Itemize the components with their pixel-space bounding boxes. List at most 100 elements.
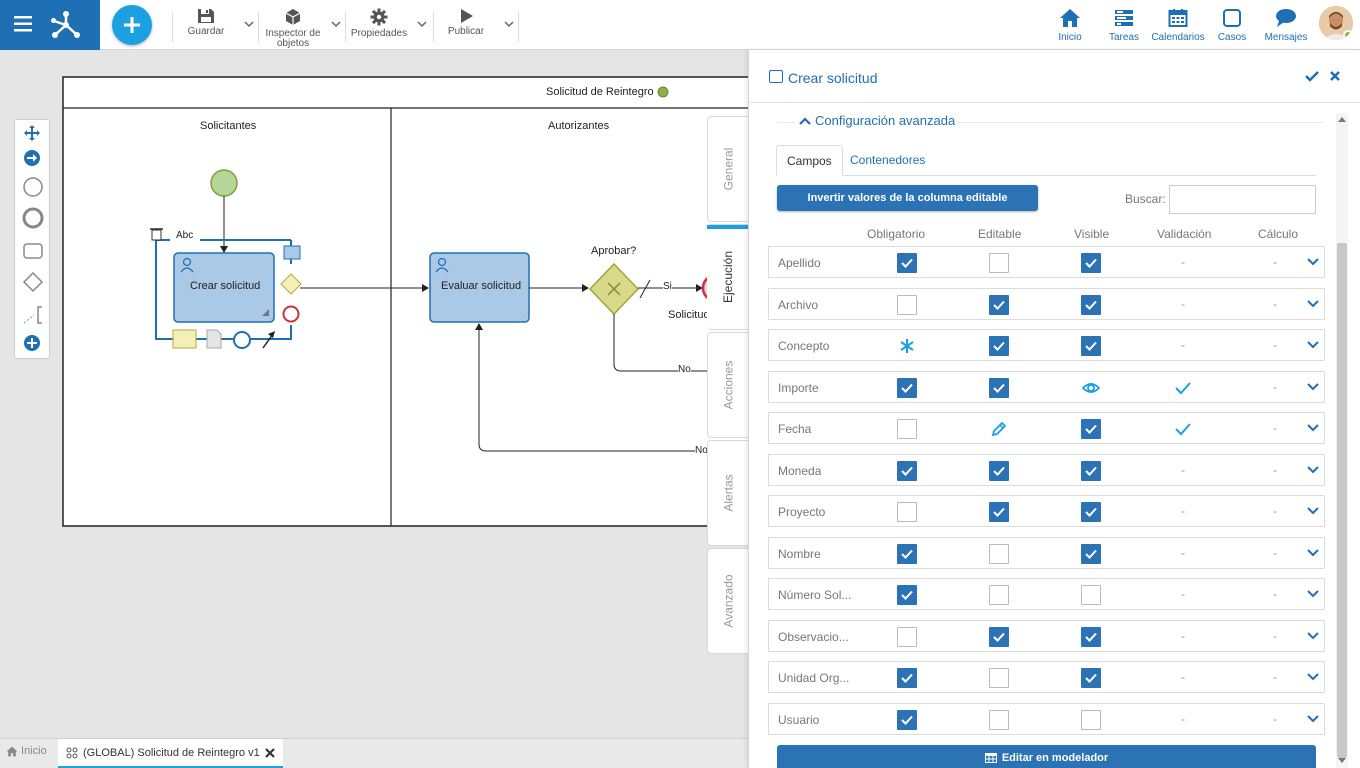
add-shape-icon[interactable] <box>22 334 42 352</box>
editable-checkbox[interactable] <box>989 294 1009 315</box>
required-condition-icon[interactable] <box>897 336 917 356</box>
object-inspector-button[interactable]: Inspector de objetos <box>262 6 324 49</box>
visible-checkbox[interactable] <box>1081 419 1101 439</box>
tab-general[interactable]: General <box>707 116 749 222</box>
row-expand-chevron-icon[interactable] <box>1307 672 1319 681</box>
editable-checkbox[interactable] <box>989 460 1009 481</box>
visible-checkbox[interactable] <box>1081 626 1101 647</box>
chevron-down-icon[interactable] <box>504 20 514 28</box>
visible-checkbox[interactable] <box>1081 336 1101 356</box>
editable-checkbox[interactable] <box>989 377 1009 398</box>
row-expand-chevron-icon[interactable] <box>1307 299 1319 308</box>
editable-checkbox[interactable] <box>989 626 1009 647</box>
bottom-tab-process[interactable]: (GLOBAL) Solicitud de Reintegro v1 <box>58 739 283 768</box>
row-expand-chevron-icon[interactable] <box>1307 340 1319 349</box>
visible-checkbox[interactable] <box>1081 668 1101 688</box>
confirm-check-icon[interactable] <box>1305 70 1319 82</box>
row-expand-chevron-icon[interactable] <box>1307 506 1319 515</box>
obligatorio-checkbox[interactable] <box>897 253 917 273</box>
app-logo-icon[interactable] <box>50 8 82 40</box>
task-tool-icon[interactable] <box>22 242 44 260</box>
chevron-down-icon[interactable] <box>244 20 254 28</box>
connect-tool-icon[interactable] <box>22 149 42 167</box>
task-evaluar-solicitud[interactable]: Evaluar solicitud <box>441 280 521 292</box>
obligatorio-checkbox[interactable] <box>897 419 917 439</box>
tab-acciones[interactable]: Acciones <box>707 332 749 438</box>
chevron-down-icon[interactable] <box>331 20 341 28</box>
hamburger-menu-icon[interactable] <box>14 15 34 33</box>
tab-ejecucion[interactable]: Ejecución <box>707 224 749 330</box>
visible-checkbox[interactable] <box>1081 585 1101 605</box>
obligatorio-checkbox[interactable] <box>897 460 917 481</box>
edit-in-modeler-button[interactable]: Editar en modelador <box>777 745 1316 768</box>
obligatorio-checkbox[interactable] <box>897 294 917 315</box>
row-expand-chevron-icon[interactable] <box>1307 548 1319 557</box>
editable-condition-icon[interactable] <box>989 419 1009 439</box>
row-expand-chevron-icon[interactable] <box>1307 714 1319 723</box>
gateway-tool-icon[interactable] <box>22 271 44 293</box>
close-icon[interactable] <box>264 747 275 758</box>
editable-checkbox[interactable] <box>989 336 1009 356</box>
obligatorio-checkbox[interactable] <box>897 377 917 398</box>
row-expand-chevron-icon[interactable] <box>1307 257 1319 266</box>
start-event-tool-icon[interactable] <box>22 176 44 198</box>
obligatorio-checkbox[interactable] <box>897 502 917 522</box>
invert-editable-button[interactable]: Invertir valores de la columna editable <box>777 185 1038 211</box>
nav-cases[interactable]: Casos <box>1202 6 1262 43</box>
properties-button[interactable]: Propiedades <box>349 6 409 48</box>
editable-checkbox[interactable] <box>989 543 1009 564</box>
nav-calendars[interactable]: Calendarios <box>1148 6 1208 43</box>
editable-checkbox[interactable] <box>989 502 1009 522</box>
obligatorio-checkbox[interactable] <box>897 585 917 605</box>
editable-checkbox[interactable] <box>989 709 1009 730</box>
obligatorio-checkbox[interactable] <box>897 543 917 564</box>
scroll-down-icon[interactable] <box>1338 758 1346 764</box>
close-icon[interactable] <box>1329 70 1341 82</box>
publish-button[interactable]: Publicar <box>442 6 490 48</box>
task-crear-solicitud[interactable]: Crear solicitud <box>190 280 260 292</box>
tab-alertas[interactable]: Alertas <box>707 440 749 546</box>
obligatorio-checkbox[interactable] <box>897 626 917 647</box>
visible-checkbox[interactable] <box>1081 709 1101 730</box>
editable-checkbox[interactable] <box>989 253 1009 273</box>
editable-checkbox[interactable] <box>989 585 1009 605</box>
add-button[interactable] <box>112 5 152 45</box>
advanced-config-toggle[interactable]: Configuración avanzada <box>795 113 960 128</box>
obligatorio-checkbox[interactable] <box>897 709 917 730</box>
row-expand-chevron-icon[interactable] <box>1307 631 1319 640</box>
tab-contenedores[interactable]: Contenedores <box>840 145 935 176</box>
obligatorio-checkbox[interactable] <box>897 668 917 688</box>
scrollbar-thumb[interactable] <box>1337 243 1347 758</box>
visible-checkbox[interactable] <box>1081 253 1101 273</box>
row-expand-chevron-icon[interactable] <box>1307 423 1319 432</box>
text-annotation-tool[interactable]: Abc <box>176 230 193 241</box>
validation-check-icon[interactable] <box>1173 378 1193 398</box>
scroll-up-icon[interactable] <box>1338 116 1346 122</box>
bottom-tab-home-label: Inicio <box>21 745 47 757</box>
editable-checkbox[interactable] <box>989 668 1009 688</box>
visibility-condition-icon[interactable] <box>1081 378 1101 398</box>
tasks-icon <box>1115 10 1133 26</box>
nav-messages[interactable]: Mensajes <box>1256 6 1316 43</box>
annotation-tool-icon[interactable] <box>22 305 44 325</box>
row-expand-chevron-icon[interactable] <box>1307 465 1319 474</box>
tab-avanzado[interactable]: Avanzado <box>707 548 749 654</box>
nav-home[interactable]: Inicio <box>1040 6 1100 43</box>
tab-campos[interactable]: Campos <box>776 145 843 176</box>
visible-checkbox[interactable] <box>1081 294 1101 315</box>
search-input[interactable] <box>1169 185 1316 214</box>
chevron-down-icon[interactable] <box>417 20 427 28</box>
end-event-tool-icon[interactable] <box>22 207 44 229</box>
diagram-canvas[interactable]: Solicitud de Reintegro Solicitantes Auto… <box>0 50 748 738</box>
move-tool-icon[interactable] <box>22 124 42 142</box>
row-expand-chevron-icon[interactable] <box>1307 382 1319 391</box>
visible-checkbox[interactable] <box>1081 543 1101 564</box>
user-avatar[interactable] <box>1319 6 1353 40</box>
visible-checkbox[interactable] <box>1081 460 1101 481</box>
nav-tasks[interactable]: Tareas <box>1094 6 1154 43</box>
row-expand-chevron-icon[interactable] <box>1307 589 1319 598</box>
validation-check-icon[interactable] <box>1173 419 1193 439</box>
visible-checkbox[interactable] <box>1081 502 1101 522</box>
save-button[interactable]: Guardar <box>183 6 229 48</box>
bottom-tab-home[interactable]: Inicio <box>6 745 47 757</box>
